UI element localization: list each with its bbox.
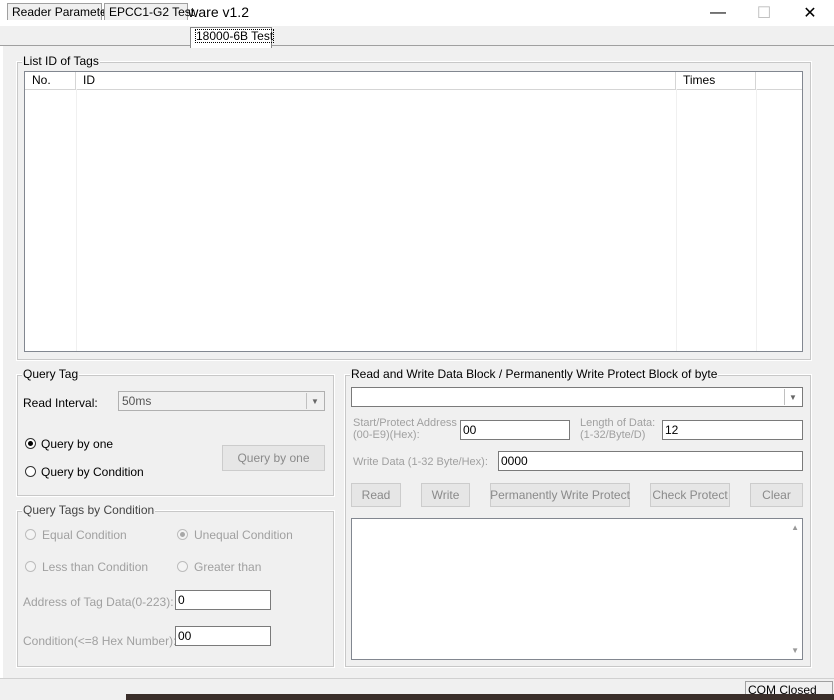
greater-than-label: Greater than <box>194 560 262 574</box>
clear-button[interactable]: Clear <box>750 483 803 507</box>
condition-label: Condition(<=8 Hex Number): <box>23 634 177 648</box>
list-header: No. ID Times <box>25 72 802 90</box>
condition-input[interactable]: 00 <box>175 626 271 646</box>
scroll-up-icon[interactable]: ▲ <box>791 523 799 532</box>
less-than-label: Less than Condition <box>42 560 149 574</box>
permanently-write-protect-button[interactable]: Permanently Write Protect <box>490 483 630 507</box>
chevron-down-icon: ▼ <box>784 389 801 405</box>
write-data-label: Write Data (1-32 Byte/Hex): <box>353 456 488 468</box>
equal-condition-radio[interactable] <box>25 529 36 540</box>
chevron-down-icon: ▼ <box>306 393 323 409</box>
query-condition-group-title: Query Tags by Condition <box>22 503 156 517</box>
maximize-button[interactable]: ☐ <box>741 0 787 26</box>
column-no[interactable]: No. <box>25 72 76 89</box>
query-by-one-button[interactable]: Query by one <box>222 445 325 471</box>
left-edge <box>0 46 3 678</box>
start-address-input[interactable]: 00 <box>460 420 570 440</box>
column-times[interactable]: Times <box>676 72 756 89</box>
output-memo[interactable]: ▲ ▼ <box>351 518 803 660</box>
column-filler <box>756 72 802 89</box>
start-address-label-line1: Start/Protect Address <box>353 417 457 429</box>
tab-epcc1-g2-test[interactable]: EPCC1-G2 Test <box>104 3 194 20</box>
read-interval-label: Read Interval: <box>23 396 98 410</box>
query-by-condition-radio[interactable] <box>25 466 36 477</box>
start-address-label: Start/Protect Address (00-E9)(Hex): <box>353 417 457 441</box>
query-by-one-radio[interactable] <box>25 438 36 449</box>
equal-condition-label: Equal Condition <box>42 528 127 542</box>
write-data-input[interactable]: 0000 <box>498 451 803 471</box>
grid-line <box>756 89 757 351</box>
tab-label: Reader Parameter <box>12 5 111 19</box>
tab-18000-6b-test[interactable]: 18000-6B Test <box>190 27 275 48</box>
query-tag-group-title: Query Tag <box>22 367 80 381</box>
tab-label: 18000-6B Test <box>195 29 275 43</box>
query-by-one-label[interactable]: Query by one <box>41 437 113 451</box>
tag-id-select[interactable]: ▼ <box>351 387 803 407</box>
read-interval-select[interactable]: 50ms ▼ <box>118 391 325 411</box>
scroll-down-icon[interactable]: ▼ <box>791 646 799 655</box>
greater-than-radio[interactable] <box>177 561 188 572</box>
length-label-line1: Length of Data: <box>580 417 656 429</box>
length-label-line2: (1-32/Byte/D) <box>580 429 646 441</box>
grid-line <box>76 89 77 351</box>
read-write-group-title: Read and Write Data Block / Permanently … <box>350 367 719 381</box>
tab-strip <box>0 26 834 46</box>
start-address-label-line2: (00-E9)(Hex): <box>353 429 420 441</box>
unequal-condition-radio[interactable] <box>177 529 188 540</box>
length-label: Length of Data: (1-32/Byte/D) <box>580 417 655 441</box>
address-label: Address of Tag Data(0-223): <box>23 595 174 609</box>
query-by-condition-label[interactable]: Query by Condition <box>41 465 144 479</box>
less-than-radio[interactable] <box>25 561 36 572</box>
column-id[interactable]: ID <box>76 72 676 89</box>
read-button[interactable]: Read <box>351 483 401 507</box>
list-tags-group-title: List ID of Tags <box>22 54 100 68</box>
length-input[interactable]: 12 <box>662 420 803 440</box>
background-strip <box>126 694 834 700</box>
grid-line <box>676 89 677 351</box>
check-protect-button[interactable]: Check Protect <box>650 483 730 507</box>
read-interval-value: 50ms <box>122 394 152 408</box>
tab-reader-parameter[interactable]: Reader Parameter <box>7 3 111 20</box>
close-button[interactable]: ✕ <box>787 0 833 26</box>
write-button[interactable]: Write <box>421 483 470 507</box>
unequal-condition-label: Unequal Condition <box>194 528 293 542</box>
tab-label: EPCC1-G2 Test <box>109 5 195 19</box>
minimize-button[interactable]: — <box>695 0 741 26</box>
tag-list-view[interactable]: No. ID Times <box>24 71 803 352</box>
address-input[interactable]: 0 <box>175 590 271 610</box>
